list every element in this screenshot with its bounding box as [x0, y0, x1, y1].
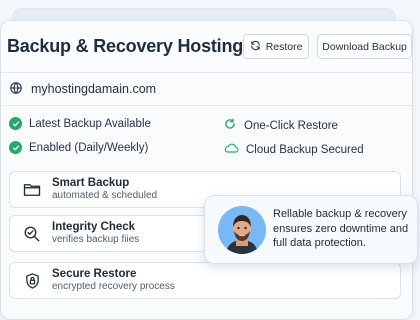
one-click-restore-status: One-Click Restore: [223, 117, 338, 134]
secure-restore-text: Secure Restore encrypted recovery proces…: [52, 268, 175, 293]
folder-icon: [23, 181, 41, 199]
header-actions: Restore Download Backup: [243, 34, 412, 59]
integrity-check-subtitle: verifies backup fiies: [52, 234, 140, 246]
testimonial-popover: Rellable backup & recovery ensures zero …: [204, 195, 418, 264]
one-click-restore-label: One-Click Restore: [244, 119, 338, 132]
refresh-icon: [250, 40, 261, 54]
secure-restore-subtitle: encrypted recovery process: [52, 281, 175, 293]
smart-backup-title: Smart Backup: [52, 177, 130, 190]
integrity-check-title: Integrity Check: [52, 221, 136, 234]
magnifier-check-icon: [23, 225, 41, 243]
secure-restore-card: Secure Restore encrypted recovery proces…: [9, 262, 401, 299]
avatar: [218, 206, 266, 254]
shield-lock-icon: [23, 272, 41, 290]
card-header: Backup & Recovery Hosting Restore Downlo…: [1, 21, 412, 73]
globe-icon: [9, 81, 23, 98]
domain-name: myhostingdamain.com: [31, 82, 157, 96]
testimonial-text: Rellable backup & recovery ensures zero …: [273, 208, 409, 250]
backup-recovery-card: Backup & Recovery Hosting Restore Downlo…: [0, 20, 413, 320]
smart-backup-subtitle: automated & scheduled: [52, 190, 158, 202]
check-circle-icon: [9, 141, 22, 154]
cloud-backup-label: Cloud Backup Secured: [246, 143, 364, 156]
smart-backup-text: Smart Backup automated & scheduled: [52, 177, 157, 202]
domain-row: myhostingdamain.com: [9, 79, 156, 99]
restore-button[interactable]: Restore: [243, 34, 310, 59]
schedule-status: Enabled (Daily/Weekly): [9, 141, 148, 154]
secure-restore-title: Secure Restore: [52, 268, 137, 281]
check-circle-icon: [9, 117, 22, 130]
restore-label: Restore: [265, 40, 303, 53]
cloud-icon: [223, 141, 239, 158]
page-title: Backup & Recovery Hosting: [7, 36, 244, 56]
schedule-label: Enabled (Daily/Weekly): [29, 141, 149, 154]
latest-backup-label: Latest Backup Available: [29, 117, 151, 130]
backup-status-list: Latest Backup Available Enabled (Daily/W…: [1, 105, 412, 170]
latest-backup-status: Latest Backup Available: [9, 117, 151, 130]
integrity-check-text: Integrity Check verifies backup fiies: [52, 221, 139, 246]
download-backup-button[interactable]: Download Backup: [317, 34, 412, 59]
restore-arrow-icon: [223, 117, 237, 134]
cloud-backup-status: Cloud Backup Secured: [223, 141, 364, 158]
